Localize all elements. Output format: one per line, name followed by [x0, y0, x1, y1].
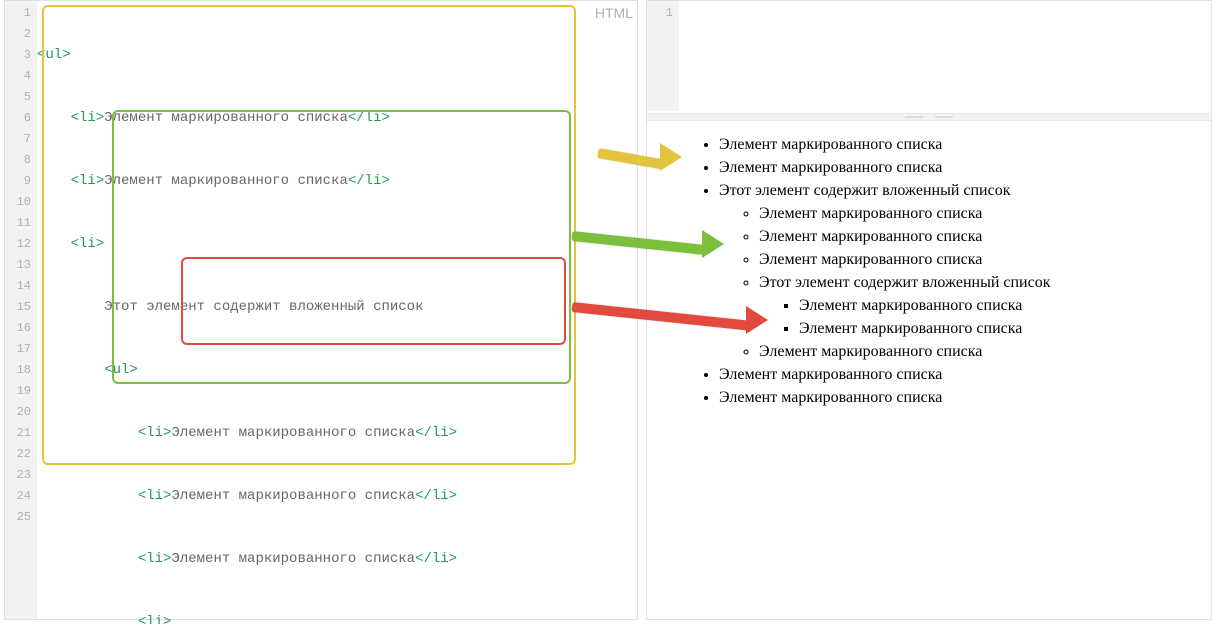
- code-line: <li>Элемент маркированного списка</li>: [37, 171, 634, 192]
- list-item: Элемент маркированного списка: [759, 225, 1207, 248]
- preview-output: Элемент маркированного списка Элемент ма…: [679, 133, 1207, 409]
- code-line: <ul>: [37, 45, 634, 66]
- list-level1: Элемент маркированного списка Элемент ма…: [679, 133, 1207, 409]
- list-item: Элемент маркированного списка: [759, 202, 1207, 225]
- split-handle[interactable]: [647, 113, 1211, 121]
- list-item-label: Этот элемент содержит вложенный список: [759, 274, 1050, 291]
- list-level2: Элемент маркированного списка Элемент ма…: [719, 202, 1207, 363]
- workspace: HTML 12345678910111213141516171819202122…: [0, 0, 1212, 624]
- line-gutter: 1234567891011121314151617181920212223242…: [5, 1, 37, 619]
- list-item: Элемент маркированного списка: [719, 386, 1207, 409]
- list-item: Элемент маркированного списка: [759, 340, 1207, 363]
- list-item: Этот элемент содержит вложенный список Э…: [719, 179, 1207, 363]
- list-item: Элемент маркированного списка: [799, 317, 1207, 340]
- list-item: Элемент маркированного списка: [719, 133, 1207, 156]
- code-line: <li>Элемент маркированного списка</li>: [37, 108, 634, 129]
- preview-line-number: 1: [647, 3, 673, 24]
- preview-panel: 1 Элемент маркированного списка Элемент …: [646, 0, 1212, 620]
- code-line: <ul>: [37, 360, 634, 381]
- code-area[interactable]: <ul> <li>Элемент маркированного списка</…: [37, 1, 634, 624]
- code-line: <li>Элемент маркированного списка</li>: [37, 549, 634, 570]
- preview-gutter: 1: [647, 1, 679, 111]
- code-line: <li>: [37, 612, 634, 624]
- list-item: Этот элемент содержит вложенный список Э…: [759, 271, 1207, 340]
- list-item: Элемент маркированного списка: [759, 248, 1207, 271]
- code-line: <li>Элемент маркированного списка</li>: [37, 423, 634, 444]
- list-level3: Элемент маркированного списка Элемент ма…: [759, 294, 1207, 340]
- code-line: Этот элемент содержит вложенный список: [37, 297, 634, 318]
- list-item: Элемент маркированного списка: [719, 156, 1207, 179]
- code-line: <li>: [37, 234, 634, 255]
- list-item: Элемент маркированного списка: [719, 363, 1207, 386]
- code-line: <li>Элемент маркированного списка</li>: [37, 486, 634, 507]
- list-item: Элемент маркированного списка: [799, 294, 1207, 317]
- source-panel: HTML 12345678910111213141516171819202122…: [4, 0, 638, 620]
- list-item-label: Этот элемент содержит вложенный список: [719, 182, 1010, 199]
